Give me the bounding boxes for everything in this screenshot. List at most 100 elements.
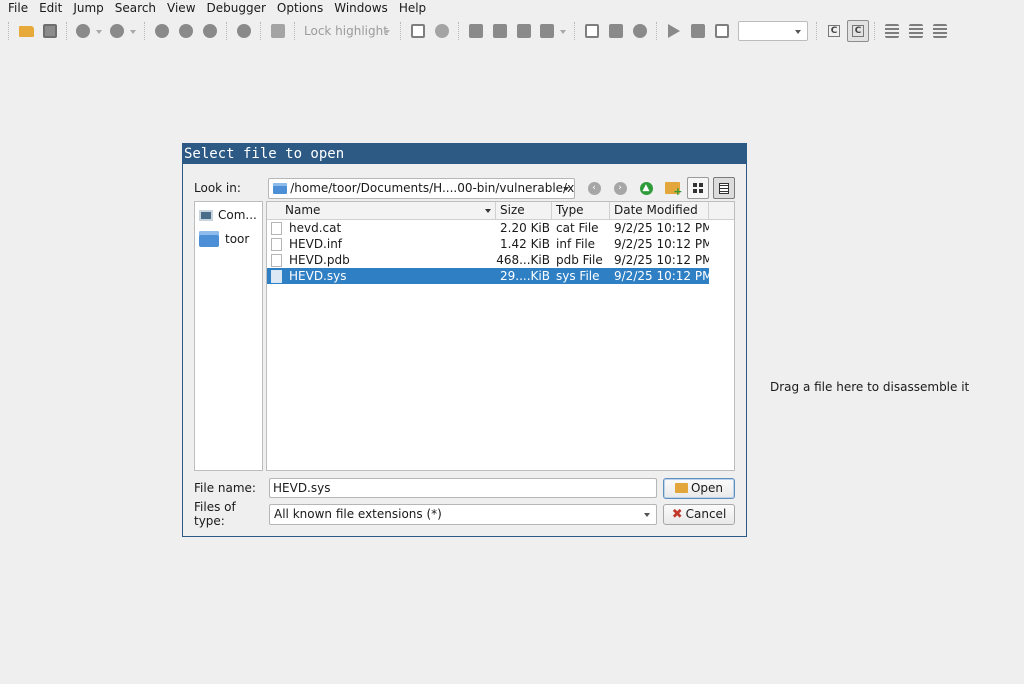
look-in-label: Look in:: [194, 181, 241, 195]
file-icon: [271, 253, 282, 267]
toolbar-separator: [574, 22, 576, 40]
save-button[interactable]: [39, 20, 61, 42]
column-header-type[interactable]: Type: [552, 202, 610, 219]
column-header-size[interactable]: Size: [496, 202, 552, 219]
outdent-icon: [909, 24, 923, 38]
offset-icon: [633, 24, 647, 38]
offset-button[interactable]: [629, 20, 651, 42]
parent-directory-button[interactable]: ▲: [635, 177, 657, 199]
segment-button[interactable]: [407, 20, 429, 42]
file-list-header: Name Size Type Date Modified: [267, 202, 734, 220]
look-in-combo[interactable]: /home/toor/Documents/H....00-bin/vulnera…: [268, 177, 575, 199]
start-debugger-button[interactable]: [663, 20, 685, 42]
file-name: HEVD.sys: [289, 269, 347, 283]
detail-mode-button[interactable]: [713, 177, 735, 199]
debugger-select[interactable]: [738, 21, 808, 41]
view-text-button[interactable]: [175, 20, 197, 42]
graph-icon: [155, 24, 169, 38]
stop-debugger-button[interactable]: [711, 20, 733, 42]
data-button[interactable]: [489, 20, 511, 42]
hex-view-icon: [203, 24, 217, 38]
menu-edit[interactable]: Edit: [35, 1, 66, 16]
back-button[interactable]: ‹: [583, 177, 605, 199]
navigate-forward-button[interactable]: [107, 20, 139, 42]
file-name: HEVD.pdb: [289, 253, 350, 267]
pause-debugger-button[interactable]: [687, 20, 709, 42]
indent-in-button[interactable]: [929, 20, 951, 42]
menu-help[interactable]: Help: [395, 1, 430, 16]
files-of-type-value: All known file extensions (*): [274, 507, 442, 521]
open-folder-icon: [674, 483, 688, 493]
file-name: HEVD.inf: [289, 237, 343, 251]
forward-arrow-icon: ›: [613, 181, 627, 195]
clock-button[interactable]: [431, 20, 453, 42]
menu-view[interactable]: View: [163, 1, 199, 16]
toolbar-separator: [226, 22, 228, 40]
lock-highlight-dropdown[interactable]: Lock highlight: [300, 20, 396, 42]
text-view-icon: [179, 24, 193, 38]
file-row[interactable]: HEVD.inf 1.42 KiB inf File 9/2/25 10:12 …: [267, 236, 709, 252]
array-button[interactable]: [581, 20, 603, 42]
file-type: sys File: [556, 269, 600, 283]
navigate-back-button[interactable]: [73, 20, 105, 42]
file-type: pdb File: [556, 253, 603, 267]
sidebar-item-label: toor: [225, 232, 250, 246]
file-date: 9/2/25 10:12 PM: [614, 253, 709, 267]
string-dropdown-button[interactable]: [537, 20, 569, 42]
sidebar-item-computer[interactable]: Com...: [195, 204, 262, 226]
column-header-date-modified[interactable]: Date Modified: [610, 202, 709, 219]
file-row-selected[interactable]: HEVD.sys 29....KiB sys File 9/2/25 10:12…: [267, 268, 709, 284]
detail-view-icon: [719, 182, 729, 194]
open-file-button[interactable]: [15, 20, 37, 42]
code-button[interactable]: [465, 20, 487, 42]
file-name-row: File name: Open: [194, 477, 739, 499]
file-name-label: File name:: [194, 481, 256, 495]
toolbar-separator: [874, 22, 876, 40]
file-name-input[interactable]: [269, 478, 657, 498]
dialog-title: Select file to open: [183, 144, 746, 164]
array-icon: [585, 24, 599, 38]
segment-icon: [411, 24, 425, 38]
menu-windows[interactable]: Windows: [330, 1, 392, 16]
jump-button[interactable]: [267, 20, 289, 42]
c-source-button[interactable]: C: [847, 20, 869, 42]
up-arrow-icon: ▲: [639, 181, 653, 195]
list-view-button[interactable]: [881, 20, 903, 42]
cancel-button[interactable]: ✖ Cancel: [663, 503, 735, 525]
toolbar-separator: [656, 22, 658, 40]
file-row[interactable]: hevd.cat 2.20 KiB cat File 9/2/25 10:12 …: [267, 220, 709, 236]
file-row[interactable]: HEVD.pdb 468...KiB pdb File 9/2/25 10:12…: [267, 252, 709, 268]
c-decompile-button[interactable]: C: [823, 20, 845, 42]
list-mode-button[interactable]: [687, 177, 709, 199]
open-folder-icon: [18, 25, 34, 37]
new-folder-icon: [664, 182, 683, 198]
column-header-name[interactable]: Name: [267, 202, 496, 219]
menu-file[interactable]: File: [4, 1, 32, 16]
clock-icon: [435, 24, 449, 38]
files-of-type-row: Files of type: All known file extensions…: [194, 500, 739, 528]
file-size: 29....KiB: [500, 269, 550, 283]
view-graph-button[interactable]: [151, 20, 173, 42]
sidebar-item-label: Com...: [218, 208, 257, 222]
struct-button[interactable]: [513, 20, 535, 42]
view-hex-button[interactable]: [199, 20, 221, 42]
create-new-folder-button[interactable]: [661, 177, 683, 199]
open-file-dialog: Select file to open Look in: /home/toor/…: [182, 143, 747, 537]
c-icon: C: [827, 25, 841, 37]
forward-button[interactable]: ›: [609, 177, 631, 199]
file-size: 1.42 KiB: [500, 237, 550, 251]
proximity-view-button[interactable]: [233, 20, 255, 42]
menu-jump[interactable]: Jump: [69, 1, 107, 16]
back-hand-icon: [76, 24, 90, 38]
rename-button[interactable]: [605, 20, 627, 42]
look-in-path: /home/toor/Documents/H....00-bin/vulnera…: [290, 181, 575, 195]
menu-options[interactable]: Options: [273, 1, 327, 16]
menu-debugger[interactable]: Debugger: [203, 1, 270, 16]
sidebar-item-toor[interactable]: toor: [195, 228, 262, 250]
file-type: inf File: [556, 237, 596, 251]
indent-icon: [933, 24, 947, 38]
indent-out-button[interactable]: [905, 20, 927, 42]
files-of-type-select[interactable]: All known file extensions (*): [269, 503, 657, 525]
open-button[interactable]: Open: [663, 477, 735, 499]
menu-search[interactable]: Search: [111, 1, 160, 16]
